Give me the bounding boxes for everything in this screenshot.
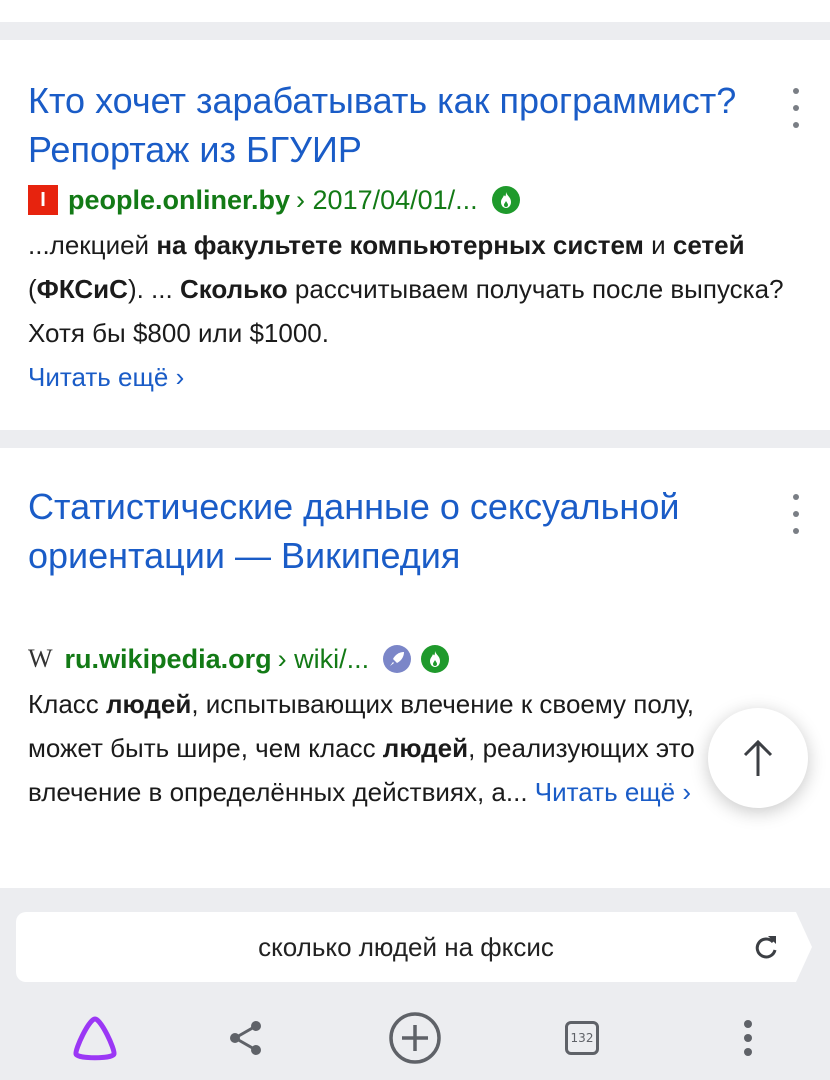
flame-badge-icon	[421, 645, 450, 673]
scroll-to-top-button[interactable]	[708, 708, 808, 808]
result-title-link[interactable]: Кто хочет зарабатывать как программист? …	[28, 76, 758, 174]
address-bar-tail	[796, 912, 812, 982]
result-path[interactable]: › 2017/04/01/...	[296, 185, 478, 216]
snippet-text: ...лекцией на факультете компьютерных си…	[28, 230, 784, 348]
result-snippet: Класс людей, испытывающих влечение к сво…	[28, 682, 708, 814]
read-more-link[interactable]: Читать ещё ›	[28, 362, 184, 392]
read-more-link[interactable]: Читать ещё ›	[535, 777, 691, 807]
snippet-highlight: на факультете компьютерных систем	[156, 230, 644, 260]
snippet-highlight: людей	[382, 733, 469, 763]
result-domain[interactable]: people.onliner.by	[68, 185, 290, 216]
snippet-fragment: ). ...	[127, 274, 180, 304]
result-title-link[interactable]: Статистические данные о сексуальной орие…	[28, 482, 758, 580]
search-query[interactable]: сколько людей на фксис	[16, 912, 796, 982]
snippet-fragment: ...лекцией	[28, 230, 157, 260]
snippet-fragment: и	[643, 230, 673, 260]
snippet-highlight: Сколько	[179, 274, 288, 304]
turbo-rocket-icon	[383, 645, 412, 673]
tabs-button[interactable]: 132	[552, 1008, 612, 1068]
result-url[interactable]: W ru.wikipedia.org › wiki/...	[28, 642, 450, 676]
result-menu-icon[interactable]	[786, 88, 806, 128]
snippet-highlight: ФКСиС	[36, 274, 128, 304]
result-path[interactable]: › wiki/...	[278, 644, 370, 675]
snippet-fragment: Класс	[28, 689, 106, 719]
result-snippet: ...лекцией на факультете компьютерных си…	[28, 223, 818, 399]
result-menu-icon[interactable]	[786, 494, 806, 534]
more-icon[interactable]	[718, 1008, 778, 1068]
address-bar[interactable]: сколько людей на фксис	[16, 912, 796, 982]
snippet-highlight: людей	[106, 689, 192, 719]
snippet-fragment: (	[28, 274, 37, 304]
tabs-icon: 132	[565, 1021, 599, 1055]
new-tab-icon[interactable]	[385, 1008, 445, 1068]
browser-bottom-bar: сколько людей на фксис 132	[0, 892, 830, 1080]
share-icon[interactable]	[216, 1008, 276, 1068]
search-result-card: Статистические данные о сексуальной орие…	[0, 448, 830, 888]
result-domain[interactable]: ru.wikipedia.org	[65, 644, 272, 675]
result-url[interactable]: I people.onliner.by › 2017/04/01/...	[28, 183, 520, 217]
browser-toolbar: 132	[0, 1000, 830, 1076]
arrow-up-icon	[743, 739, 773, 776]
onliner-favicon-icon: I	[28, 185, 58, 215]
snippet-highlight: сетей	[672, 230, 745, 260]
previous-result-card	[0, 0, 830, 22]
flame-badge-icon	[491, 186, 520, 214]
wikipedia-favicon-icon: W	[28, 644, 53, 673]
alice-icon[interactable]	[65, 1008, 125, 1068]
reload-icon[interactable]	[752, 932, 780, 967]
search-result-card: Кто хочет зарабатывать как программист? …	[0, 40, 830, 430]
